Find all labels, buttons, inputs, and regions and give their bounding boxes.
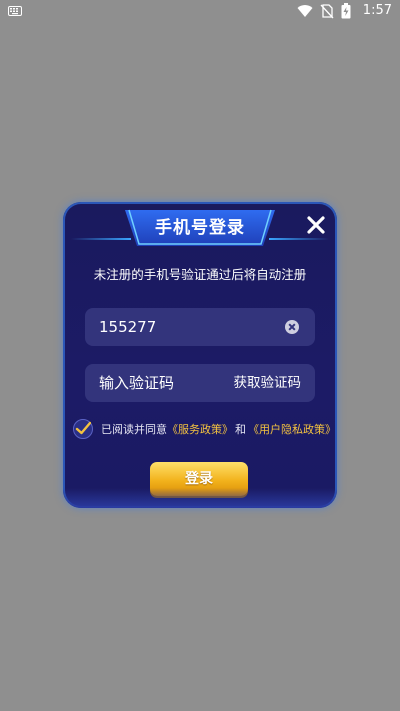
agree-prefix: 已阅读并同意 (101, 423, 167, 436)
title-banner: 手机号登录 (125, 208, 275, 248)
login-dialog: 手机号登录 未注册的手机号验证通过后将自动注册 获取验证码 已阅读并同意 《服务… (63, 202, 337, 508)
service-policy-link[interactable]: 《服务政策》 (167, 421, 233, 437)
close-icon (307, 216, 325, 234)
clear-icon[interactable] (285, 320, 299, 334)
get-code-button[interactable]: 获取验证码 (234, 364, 302, 402)
dialog-title: 手机号登录 (155, 218, 245, 238)
title-decoration-left (71, 238, 131, 240)
title-decoration-right (269, 238, 329, 240)
code-field: 获取验证码 (85, 364, 315, 402)
clock: 1:57 (362, 3, 392, 18)
phone-field (85, 308, 315, 346)
close-button[interactable] (303, 212, 329, 238)
no-sim-icon (319, 3, 335, 19)
wifi-icon (297, 3, 313, 19)
agreement-row: 已阅读并同意 《服务政策》 和 《用户隐私政策》 (73, 418, 336, 440)
privacy-policy-link[interactable]: 《用户隐私政策》 (248, 421, 336, 437)
status-bar: 1:57 (0, 0, 400, 24)
agree-and: 和 (235, 423, 246, 436)
register-hint: 未注册的手机号验证通过后将自动注册 (93, 267, 307, 282)
dialog-bottom-glow (63, 488, 337, 508)
phone-input[interactable] (99, 308, 269, 346)
agree-checkbox[interactable] (73, 419, 93, 439)
keyboard-icon (8, 5, 22, 17)
battery-charging-icon (341, 3, 357, 19)
check-icon (75, 421, 91, 435)
